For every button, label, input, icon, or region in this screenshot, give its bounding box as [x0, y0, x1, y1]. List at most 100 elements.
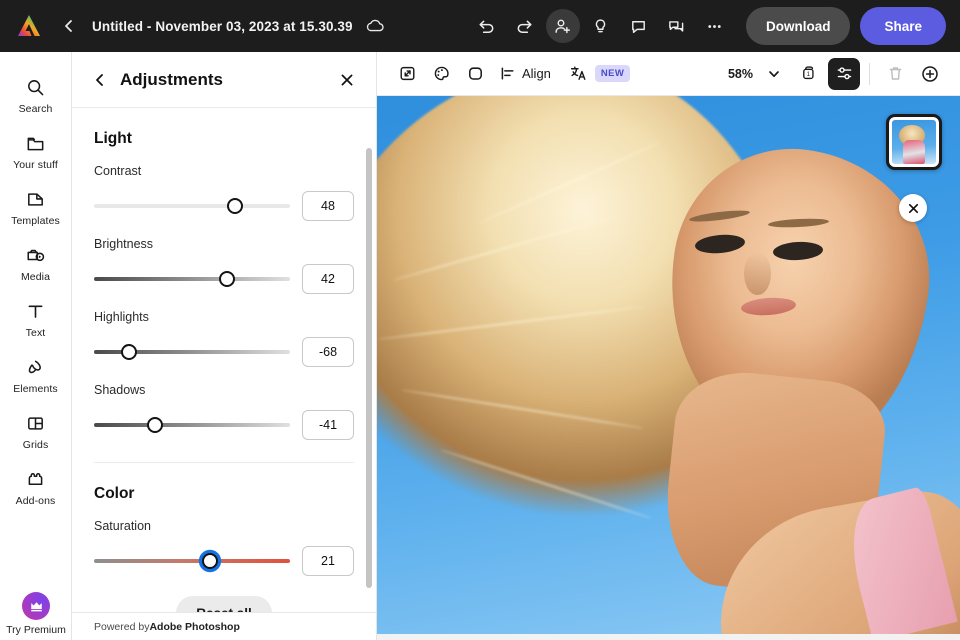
- sidebar-item-text[interactable]: Text: [0, 290, 72, 346]
- slider-track: [94, 204, 290, 208]
- plus-circle-icon[interactable]: [914, 58, 946, 90]
- trash-icon: [879, 58, 911, 90]
- slider-thumb[interactable]: [227, 198, 244, 214]
- close-overlay-button[interactable]: [899, 194, 927, 222]
- layer-thumbnail[interactable]: [886, 114, 942, 170]
- sidebar-item-search[interactable]: Search: [0, 66, 72, 122]
- sidebar-label: Text: [25, 327, 46, 339]
- top-bar: Untitled - November 03, 2023 at 15.30.39: [0, 0, 960, 52]
- sidebar-label: Media: [20, 271, 51, 283]
- powered-by-brand: Adobe Photoshop: [149, 620, 240, 633]
- download-button[interactable]: Download: [745, 7, 851, 45]
- share-button[interactable]: Share: [860, 7, 946, 45]
- control-label: Saturation: [94, 519, 151, 533]
- brightness-slider[interactable]: [94, 269, 290, 289]
- sidebar-item-elements[interactable]: Elements: [0, 346, 72, 402]
- control-contrast: Contrast 48: [94, 164, 354, 221]
- comment-icon[interactable]: [622, 9, 656, 43]
- folder-icon: [25, 131, 46, 155]
- chat-bubbles-icon[interactable]: [660, 9, 694, 43]
- highlights-slider[interactable]: [94, 342, 290, 362]
- resize-image-icon[interactable]: [391, 58, 423, 90]
- rounded-square-icon[interactable]: [459, 58, 491, 90]
- brightness-value-input[interactable]: 42: [302, 264, 354, 294]
- toolbar-separator: [869, 62, 870, 85]
- artwork-nose: [744, 252, 771, 296]
- grids-icon: [25, 411, 46, 435]
- section-title-light: Light: [94, 130, 132, 147]
- document-title[interactable]: Untitled - November 03, 2023 at 15.30.39: [92, 19, 353, 34]
- zoom-level[interactable]: 58%: [728, 67, 753, 81]
- adjustments-icon[interactable]: [828, 57, 860, 90]
- slider-thumb[interactable]: [201, 553, 218, 569]
- contrast-slider[interactable]: [94, 196, 290, 216]
- canvas-toolbar: Align NEW 58% 1: [377, 52, 960, 96]
- align-label: Align: [522, 66, 551, 81]
- sidebar-label: Templates: [11, 215, 60, 227]
- color-palette-icon[interactable]: [425, 58, 457, 90]
- slider-thumb[interactable]: [121, 344, 138, 360]
- control-saturation: Saturation 21: [94, 519, 354, 576]
- control-shadows: Shadows -41: [94, 383, 354, 440]
- svg-text:1: 1: [806, 71, 810, 78]
- sidebar-label: Add-ons: [15, 495, 56, 507]
- powered-by-prefix: Powered by: [94, 620, 150, 633]
- control-label: Shadows: [94, 383, 146, 397]
- add-person-icon[interactable]: [545, 9, 580, 43]
- canvas-area: Align NEW 58% 1: [377, 52, 960, 640]
- panel-scrollbar[interactable]: [366, 148, 372, 588]
- addons-icon: [25, 467, 46, 491]
- slider-thumb[interactable]: [146, 417, 163, 433]
- adobe-express-logo[interactable]: [14, 11, 44, 41]
- reset-all-button[interactable]: Reset all: [176, 596, 272, 612]
- sidebar-item-media[interactable]: Media: [0, 234, 72, 290]
- top-bar-cta: Download Share: [745, 7, 946, 45]
- text-icon: [25, 299, 46, 323]
- shadows-slider[interactable]: [94, 415, 290, 435]
- panel-content: Light Contrast 48 Brightness 42 Highligh…: [72, 108, 376, 612]
- adobe-express-editor: Untitled - November 03, 2023 at 15.30.39: [0, 0, 960, 640]
- redo-icon[interactable]: [508, 9, 542, 43]
- artboard[interactable]: [377, 96, 960, 634]
- elements-icon: [25, 355, 46, 379]
- back-button[interactable]: [56, 13, 82, 39]
- panel-title: Adjustments: [120, 69, 223, 89]
- slider-track: [94, 423, 290, 427]
- sidebar-label: Grids: [22, 439, 49, 451]
- more-horizontal-icon[interactable]: [698, 9, 732, 43]
- reset-row: Reset all: [94, 596, 354, 612]
- align-button[interactable]: Align: [493, 58, 559, 90]
- sidebar-label: Your stuff: [13, 159, 58, 171]
- crown-icon: [22, 592, 50, 620]
- slider-track: [94, 559, 290, 563]
- templates-icon: [25, 187, 46, 211]
- sidebar-item-your-stuff[interactable]: Your stuff: [0, 122, 72, 178]
- try-premium-button[interactable]: Try Premium: [0, 592, 72, 636]
- thumbnail-body: [903, 140, 925, 164]
- highlights-value-input[interactable]: -68: [302, 337, 354, 367]
- sidebar-item-add-ons[interactable]: Add-ons: [0, 458, 72, 514]
- left-rail: Search Your stuff Templates Media Text E…: [0, 52, 72, 640]
- editor-body: Search Your stuff Templates Media Text E…: [0, 52, 960, 640]
- control-label: Brightness: [94, 237, 154, 251]
- sidebar-item-grids[interactable]: Grids: [0, 402, 72, 458]
- new-badge: NEW: [594, 65, 631, 82]
- shadows-value-input[interactable]: -41: [302, 410, 354, 440]
- contrast-value-input[interactable]: 48: [302, 191, 354, 221]
- sidebar-item-templates[interactable]: Templates: [0, 178, 72, 234]
- panel-back-button[interactable]: [88, 68, 112, 92]
- lightbulb-icon[interactable]: [584, 9, 618, 43]
- slider-thumb[interactable]: [219, 271, 236, 287]
- panel-close-button[interactable]: [334, 67, 360, 93]
- saturation-slider[interactable]: [94, 551, 290, 571]
- translate-button[interactable]: NEW: [569, 64, 631, 83]
- try-premium-label: Try Premium: [6, 624, 66, 636]
- undo-icon[interactable]: [470, 9, 504, 43]
- align-icon: [499, 65, 516, 82]
- layers-icon[interactable]: 1: [793, 58, 825, 90]
- saturation-value-input[interactable]: 21: [302, 546, 354, 576]
- control-label: Highlights: [94, 310, 149, 324]
- canvas-stage[interactable]: [377, 96, 960, 640]
- canvas-toolbar-right: 58% 1: [728, 57, 946, 90]
- chevron-down-icon[interactable]: [758, 58, 790, 90]
